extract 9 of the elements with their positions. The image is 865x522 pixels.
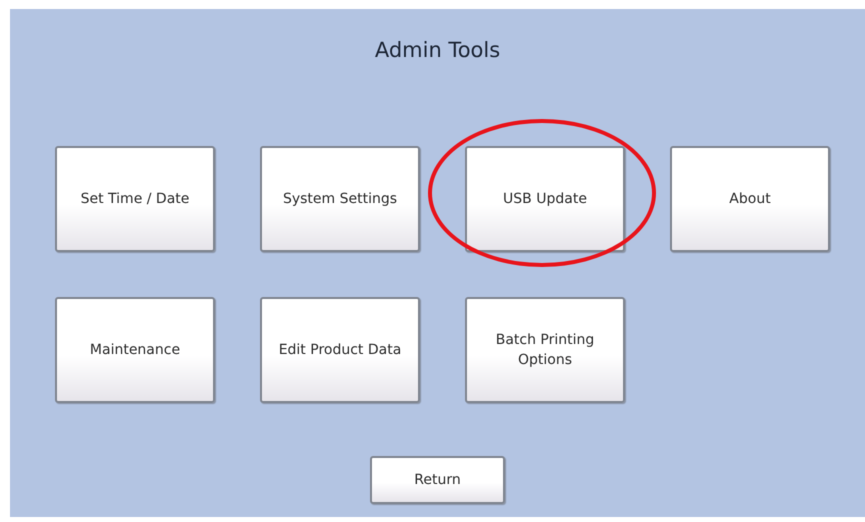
menu-button[interactable]: Maintenance — [55, 297, 215, 403]
menu-button[interactable]: Batch Printing Options — [465, 297, 625, 403]
menu-button[interactable]: USB Update — [465, 146, 625, 252]
return-button[interactable]: Return — [370, 456, 505, 504]
menu-button[interactable]: Set Time / Date — [55, 146, 215, 252]
menu-button[interactable]: System Settings — [260, 146, 420, 252]
screen-title: Admin Tools — [374, 37, 500, 63]
menu-button[interactable]: About — [670, 146, 830, 252]
menu-button[interactable]: Edit Product Data — [260, 297, 420, 403]
